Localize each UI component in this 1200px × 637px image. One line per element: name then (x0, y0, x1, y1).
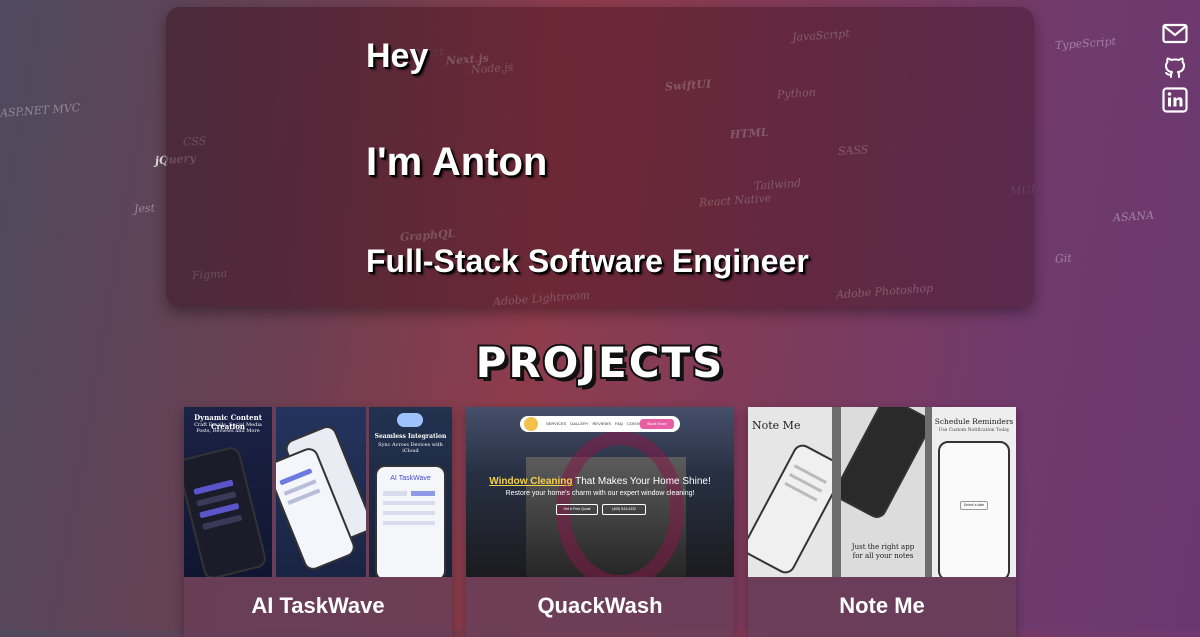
card-caption: Schedule Reminders (934, 417, 1014, 426)
app-name: AI TaskWave (390, 475, 431, 482)
card-caption: for all your notes (852, 552, 914, 560)
project-title[interactable]: QuackWash (466, 593, 734, 619)
project-thumbnail: Dynamic Content Creation Craft Emails, S… (184, 407, 452, 577)
linkedin-icon[interactable] (1162, 87, 1188, 113)
card-caption: Seamless Integration (374, 433, 447, 440)
book-now-button: Book Now! (640, 419, 674, 429)
hero-name: I'm Anton (366, 140, 548, 184)
hero-panel: Hey I'm Anton Full-Stack Software Engine… (166, 7, 1034, 307)
site-nav: SERVICES GALLERY REVIEWS FAQ CONTACT (546, 421, 650, 426)
select-date-button: Select a date (960, 501, 988, 510)
site-nav-item: SERVICES (546, 421, 567, 426)
hero-greeting: Hey (366, 37, 429, 75)
site-cta-quote: Get A Free Quote (556, 504, 598, 515)
tech-word: Git (1054, 251, 1073, 266)
project-card-quackwash[interactable]: SERVICES GALLERY REVIEWS FAQ CONTACT Book No… (466, 407, 734, 637)
site-nav-item: GALLERY (570, 421, 589, 426)
tech-word: TypeScript (1054, 34, 1117, 53)
card-subcaption: Sync Across Devices with iCloud (378, 442, 443, 454)
site-headline: Window Cleaning That Makes Your Home Shi… (489, 476, 711, 487)
site-subheadline: Restore your home's charm with our exper… (505, 490, 695, 497)
project-title[interactable]: AI TaskWave (184, 593, 452, 619)
tech-word: ASP.NET MVC (0, 101, 81, 120)
project-thumbnail: Note Me Just the right app for all your … (748, 407, 1016, 577)
card-subcaption: Use Custom Notification Today (938, 428, 1010, 433)
card-caption: Just the right app (851, 543, 915, 551)
tech-word: ASANA (1112, 208, 1155, 225)
card-caption: Note Me (752, 419, 801, 432)
tech-word: Jest (133, 201, 156, 216)
project-card-note-me[interactable]: Note Me Just the right app for all your … (748, 407, 1016, 637)
site-nav-item: FAQ (615, 421, 624, 426)
project-title[interactable]: Note Me (748, 593, 1016, 619)
site-cta-phone: (405) 543-4332 (602, 504, 646, 515)
card-subcaption: Craft Emails, Social Media Posts, Review… (194, 422, 262, 434)
project-card-ai-taskwave[interactable]: Dynamic Content Creation Craft Emails, S… (184, 407, 452, 637)
github-icon[interactable] (1162, 55, 1188, 81)
site-nav-item: REVIEWS (592, 421, 611, 426)
projects-heading: PROJECTS (474, 336, 725, 389)
project-thumbnail: SERVICES GALLERY REVIEWS FAQ CONTACT Book No… (466, 407, 734, 577)
hero-role: Full-Stack Software Engineer (366, 243, 809, 279)
mail-icon[interactable] (1162, 23, 1188, 45)
